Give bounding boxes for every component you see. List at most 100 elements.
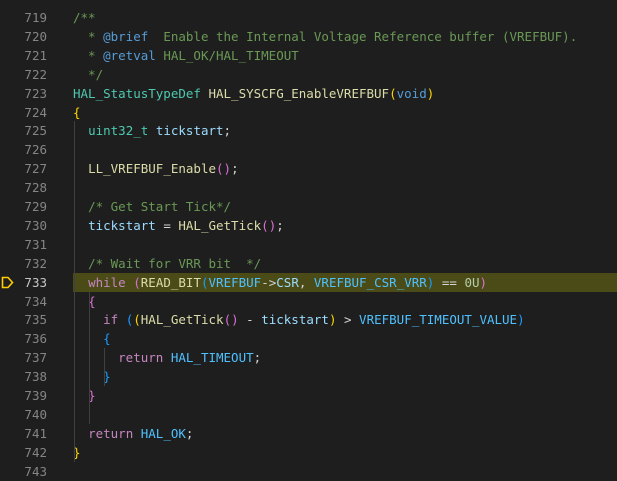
line-number: 738 <box>24 369 47 385</box>
debug-breakpoint-arrow-icon[interactable] <box>1 276 14 289</box>
code-line[interactable]: 728 <box>0 178 617 197</box>
code-token: return <box>88 425 134 441</box>
line-number: 740 <box>24 406 47 422</box>
indent-guide <box>89 291 91 424</box>
code-token: VREFBUF_CSR_VRR <box>313 274 427 290</box>
code-line[interactable]: 736 { <box>0 329 617 348</box>
code-line[interactable]: 737 return HAL_TIMEOUT; <box>0 348 617 367</box>
code-line[interactable]: 729 /* Get Start Tick*/ <box>0 197 617 216</box>
code-line[interactable]: 733 while (READ_BIT(VREFBUF->CSR, VREFBU… <box>0 272 617 292</box>
code-token: HAL_GetTick <box>140 312 224 328</box>
code-text: return HAL_TIMEOUT; <box>73 348 261 367</box>
line-number: 735 <box>24 312 47 328</box>
code-token: HAL_GetTick <box>178 217 262 233</box>
code-token: 0U <box>464 274 480 290</box>
code-text: * @retval HAL_OK/HAL_TIMEOUT <box>73 46 299 65</box>
code-text: /* Wait for VRR bit */ <box>73 254 261 273</box>
code-line[interactable]: 731 <box>0 235 617 254</box>
code-token: HAL_StatusTypeDef <box>73 85 201 101</box>
line-number: 742 <box>24 444 47 460</box>
line-number: 724 <box>24 104 47 120</box>
code-token: */ <box>73 66 104 82</box>
line-number: 725 <box>24 123 47 139</box>
code-text: { <box>73 329 111 348</box>
code-text: { <box>73 103 81 122</box>
code-token: void <box>396 85 427 101</box>
line-number: 739 <box>24 388 47 403</box>
code-token: = <box>155 217 179 233</box>
code-token: tickstart <box>261 312 329 328</box>
line-number: 731 <box>24 236 47 252</box>
code-line[interactable]: 739 } <box>0 386 617 405</box>
code-line[interactable]: 726 <box>0 140 617 159</box>
code-token: VREFBUF_TIMEOUT_VALUE <box>359 312 518 328</box>
line-number: 721 <box>24 47 47 63</box>
code-token: ; <box>253 350 262 366</box>
code-text: /** <box>73 8 96 27</box>
code-line[interactable]: 719 /** <box>0 8 617 27</box>
code-token: ( <box>133 312 141 328</box>
code-line[interactable]: 727 LL_VREFBUF_Enable(); <box>0 159 617 178</box>
code-token: ( <box>389 85 397 101</box>
code-token: ; <box>223 123 232 139</box>
code-token: @retval <box>103 47 156 63</box>
code-token: VREFBUF <box>208 274 262 290</box>
code-line[interactable]: 738 } <box>0 367 617 386</box>
code-line[interactable]: 722 */ <box>0 65 617 84</box>
code-text: } <box>73 386 96 405</box>
code-text: { <box>73 292 96 311</box>
line-number: 730 <box>24 217 47 233</box>
code-editor[interactable]: 719 /** 720 * @brief Enable the Internal V… <box>0 0 617 479</box>
code-token: /* Get Start Tick*/ <box>88 199 232 214</box>
code-token: /* Wait for VRR bit */ <box>88 255 262 271</box>
code-token: ( <box>216 161 224 177</box>
code-text: * @brief Enable the Internal Voltage Ref… <box>73 27 577 46</box>
line-number: 726 <box>24 142 47 158</box>
code-token: LL_VREFBUF_Enable <box>88 161 216 177</box>
code-line[interactable]: 732 /* Wait for VRR bit */ <box>0 254 617 273</box>
code-token: ) <box>517 312 525 328</box>
code-token: uint32_t <box>88 123 149 139</box>
code-line[interactable]: 734 { <box>0 292 617 311</box>
code-token: * <box>73 28 104 44</box>
code-line[interactable]: 735 if ((HAL_GetTick() - tickstart) > VR… <box>0 310 617 329</box>
code-token: tickstart <box>155 123 224 139</box>
code-token: ( <box>133 274 141 290</box>
code-line[interactable]: 742} <box>0 443 617 462</box>
code-token: HAL_SYSCFG_EnableVREFBUF <box>208 85 390 101</box>
code-token: ; <box>185 425 194 441</box>
indent-guide <box>74 121 75 462</box>
line-number: 719 <box>24 10 47 25</box>
line-number: 728 <box>24 180 47 196</box>
code-token: > <box>336 312 360 328</box>
line-number: 732 <box>24 255 47 271</box>
code-line[interactable]: 720 * @brief Enable the Internal Voltage… <box>0 27 617 46</box>
code-token: ; <box>231 161 239 177</box>
code-text: HAL_StatusTypeDef HAL_SYSCFG_EnableVREFB… <box>73 84 434 103</box>
code-token: { <box>73 104 81 120</box>
line-number: 727 <box>24 161 47 177</box>
code-token: CSR <box>276 274 299 290</box>
code-text: */ <box>73 65 103 84</box>
code-line[interactable]: 725 uint32_t tickstart; <box>0 121 617 140</box>
code-text: uint32_t tickstart; <box>73 121 231 140</box>
code-line[interactable]: 740 <box>0 405 617 424</box>
code-line[interactable]: 721 * @retval HAL_OK/HAL_TIMEOUT <box>0 46 617 65</box>
line-number: 723 <box>24 85 47 101</box>
code-line[interactable]: 723 HAL_StatusTypeDef HAL_SYSCFG_EnableVR… <box>0 84 617 103</box>
code-line[interactable]: 730 tickstart = HAL_GetTick(); <box>0 216 617 235</box>
code-token: HAL_OK/HAL_TIMEOUT <box>155 47 299 63</box>
code-token: -> <box>261 274 277 290</box>
code-line[interactable]: 741 return HAL_OK; <box>0 424 617 443</box>
code-token: while <box>88 274 126 290</box>
code-line[interactable]: 724 { <box>0 103 617 122</box>
